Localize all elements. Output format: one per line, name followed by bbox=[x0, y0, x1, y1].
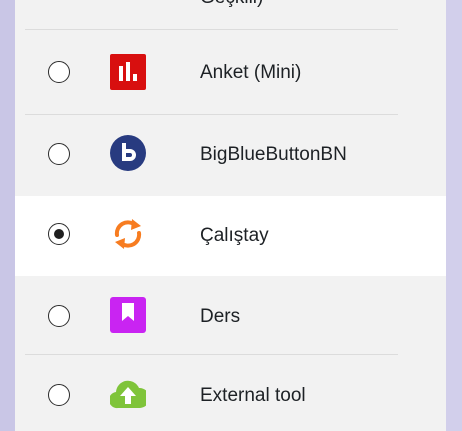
item-label: Ders bbox=[200, 306, 241, 327]
radio-button-selected[interactable] bbox=[48, 223, 70, 245]
bar-chart-icon bbox=[110, 54, 146, 90]
background-strip bbox=[446, 0, 462, 431]
activity-list-panel: Geçkili) Anket (Mini) BigBlueButtonBN bbox=[15, 0, 446, 431]
radio-button[interactable] bbox=[48, 305, 70, 327]
cloud-upload-icon bbox=[110, 380, 146, 409]
item-label: Çalıştay bbox=[200, 225, 269, 246]
bigbluebutton-icon bbox=[110, 135, 146, 171]
refresh-arrows-icon bbox=[114, 219, 142, 249]
radio-button[interactable] bbox=[48, 143, 70, 165]
list-item-bigbluebuttonbn[interactable]: BigBlueButtonBN bbox=[15, 114, 446, 194]
bookmark-icon bbox=[110, 297, 146, 333]
list-item-calistay[interactable]: Çalıştay bbox=[15, 196, 446, 276]
item-label: Anket (Mini) bbox=[200, 62, 302, 83]
list-item-anket-mini[interactable]: Anket (Mini) bbox=[15, 32, 446, 112]
radio-button[interactable] bbox=[48, 384, 70, 406]
list-item-ders[interactable]: Ders bbox=[15, 276, 446, 356]
item-label: External tool bbox=[200, 385, 306, 406]
cut-off-item-label: Geçkili) bbox=[200, 0, 263, 10]
radio-dot bbox=[53, 228, 64, 239]
divider bbox=[25, 29, 398, 30]
list-item-external-tool[interactable]: External tool bbox=[15, 355, 446, 431]
item-label: BigBlueButtonBN bbox=[200, 144, 347, 165]
radio-button[interactable] bbox=[48, 61, 70, 83]
